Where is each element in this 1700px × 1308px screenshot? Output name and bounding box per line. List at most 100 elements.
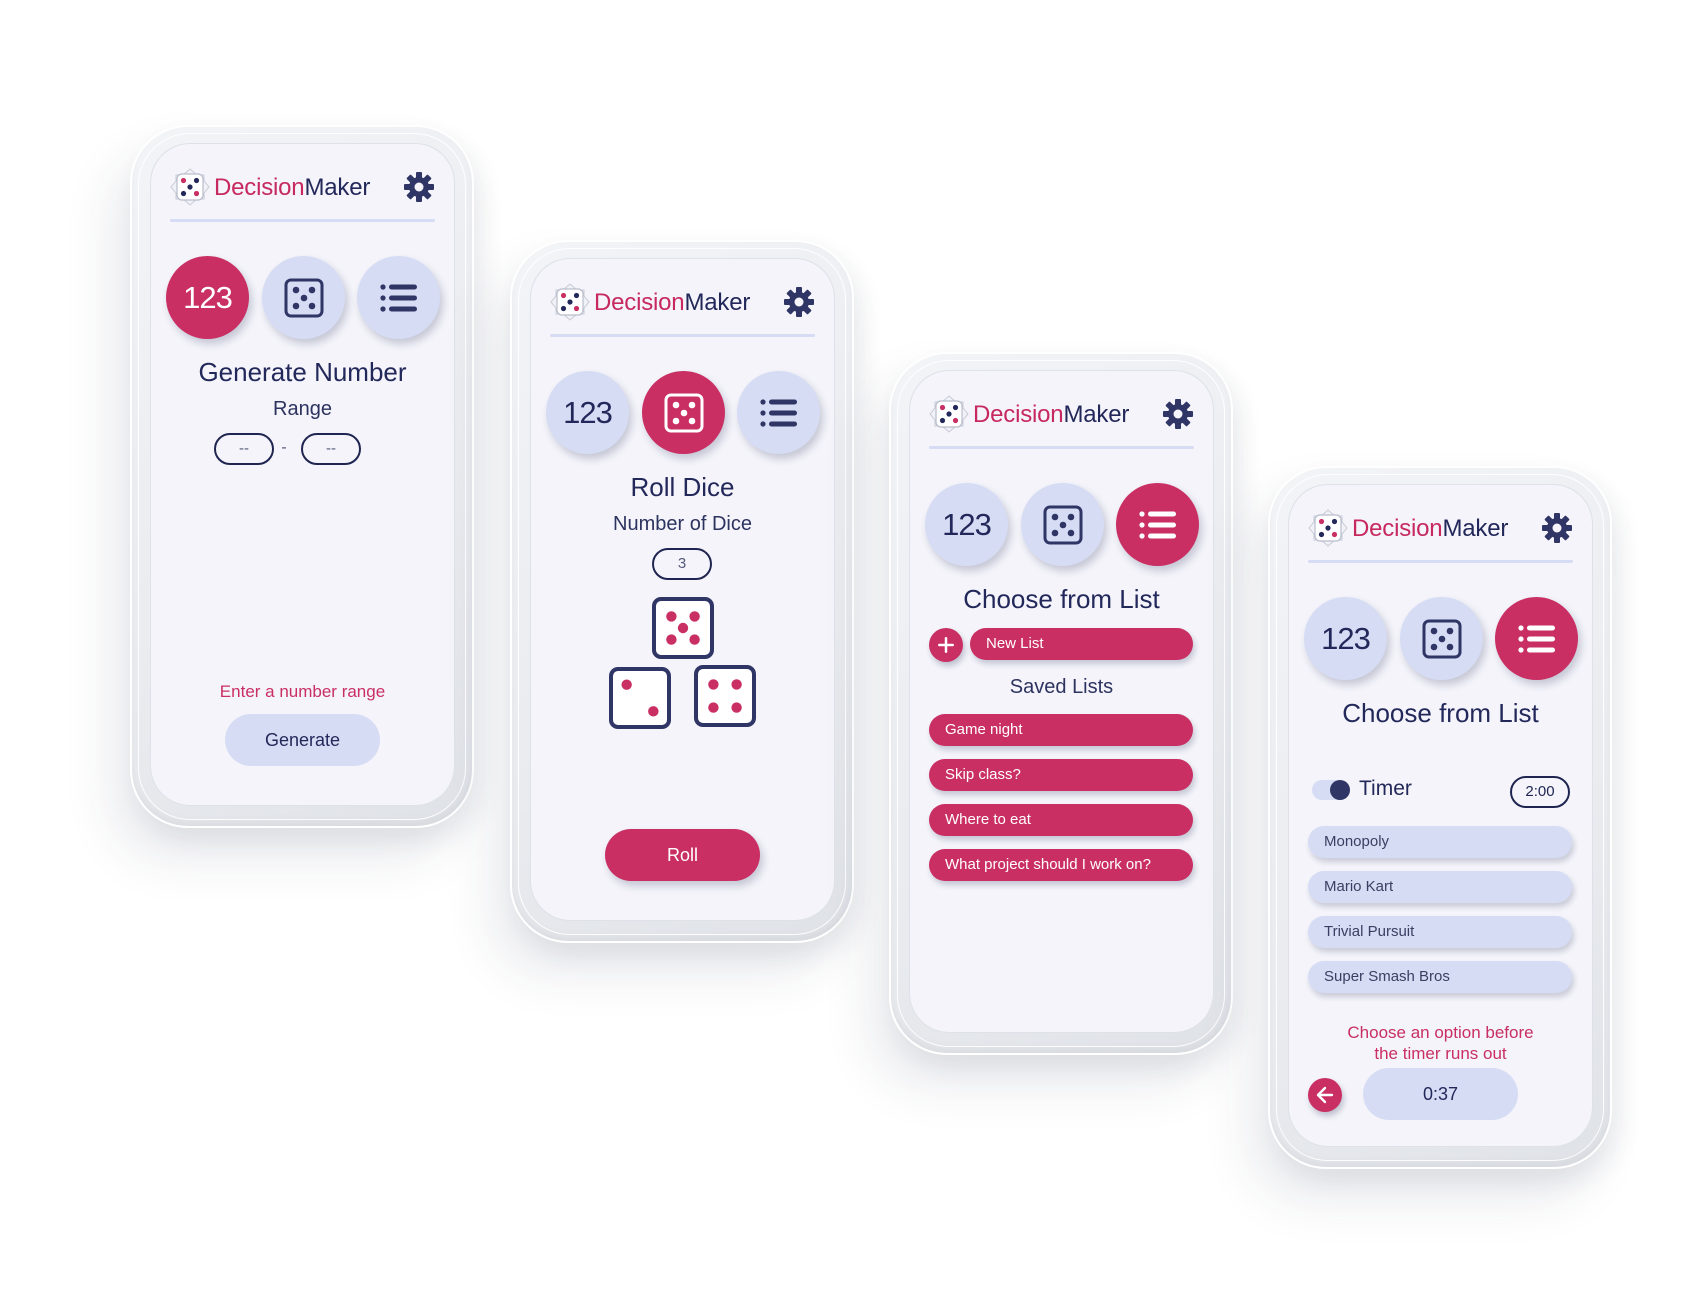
die-pip bbox=[731, 679, 742, 690]
gear-icon[interactable] bbox=[1541, 512, 1573, 544]
die-pip bbox=[677, 622, 689, 634]
app-header: DecisionMaker bbox=[170, 165, 435, 209]
die-pip bbox=[689, 634, 700, 645]
mode-number-button[interactable]: 123 bbox=[1304, 597, 1387, 680]
dice-five-icon bbox=[664, 393, 703, 432]
dice-five-icon bbox=[1422, 619, 1461, 658]
mode-list-button[interactable] bbox=[357, 256, 440, 339]
mode-number-button[interactable]: 123 bbox=[925, 483, 1008, 566]
dice-logo-icon bbox=[170, 168, 210, 206]
toggle-knob bbox=[1330, 780, 1350, 800]
saved-lists-heading: Saved Lists bbox=[1009, 676, 1114, 698]
timer-toggle[interactable] bbox=[1312, 780, 1350, 800]
dice-logo-icon bbox=[550, 283, 590, 321]
validation-hint: Enter a number range bbox=[219, 682, 386, 701]
header-divider bbox=[1308, 560, 1573, 563]
screen-title: Choose from List bbox=[1342, 698, 1539, 728]
timer-duration-input[interactable]: 2:00 bbox=[1510, 776, 1570, 808]
header-divider bbox=[550, 334, 815, 337]
gear-icon[interactable] bbox=[403, 171, 435, 203]
die-face-icon bbox=[609, 667, 671, 729]
timer-hint: Choose an option before the timer runs o… bbox=[1288, 1022, 1593, 1064]
mode-list-button[interactable] bbox=[1495, 597, 1578, 680]
list-icon bbox=[759, 398, 797, 427]
dice-logo-icon bbox=[929, 395, 969, 433]
screen-title: Generate Number bbox=[198, 357, 407, 387]
mode-dice-button[interactable] bbox=[642, 371, 725, 454]
saved-list-item[interactable]: Game night bbox=[929, 714, 1193, 746]
number-mode-label: 123 bbox=[1321, 620, 1371, 656]
brand-decision: Decision bbox=[1352, 515, 1443, 542]
list-option-item[interactable]: Monopoly bbox=[1308, 826, 1572, 858]
screen-generate-number: DecisionMaker 123 Generate Number Range … bbox=[150, 143, 455, 806]
number-mode-label: 123 bbox=[942, 506, 992, 542]
mode-dice-button[interactable] bbox=[262, 256, 345, 339]
list-option-item[interactable]: Super Smash Bros bbox=[1308, 961, 1572, 993]
brand-decision: Decision bbox=[973, 401, 1064, 428]
app-header: DecisionMaker bbox=[550, 280, 815, 324]
screen-title: Choose from List bbox=[963, 584, 1160, 614]
die-pip bbox=[708, 702, 719, 713]
back-button[interactable] bbox=[1308, 1078, 1342, 1112]
phone-roll-dice: DecisionMaker 123 Roll Dice Number of Di… bbox=[510, 240, 854, 943]
die-pip bbox=[689, 611, 700, 622]
header-divider bbox=[170, 219, 435, 222]
die-outline bbox=[609, 667, 671, 729]
app-brand-name: DecisionMaker bbox=[594, 289, 750, 317]
saved-list-item[interactable]: Skip class? bbox=[929, 759, 1193, 791]
brand-maker: Maker bbox=[1063, 401, 1130, 428]
app-header: DecisionMaker bbox=[1308, 506, 1573, 550]
mode-number-button[interactable]: 123 bbox=[166, 256, 249, 339]
brand-maker: Maker bbox=[1442, 515, 1509, 542]
die-face-icon bbox=[694, 665, 756, 727]
screen-saved-lists: DecisionMaker 123 Choose from List New L… bbox=[909, 370, 1214, 1033]
brand-decision: Decision bbox=[214, 174, 305, 201]
list-option-item[interactable]: Mario Kart bbox=[1308, 871, 1572, 903]
mode-dice-button[interactable] bbox=[1400, 597, 1483, 680]
gear-icon[interactable] bbox=[783, 286, 815, 318]
die-outline bbox=[694, 665, 756, 727]
generate-button[interactable]: Generate bbox=[225, 714, 380, 766]
die-pip bbox=[666, 634, 677, 645]
screen-title: Roll Dice bbox=[630, 472, 735, 502]
number-mode-label: 123 bbox=[183, 279, 233, 315]
app-header: DecisionMaker bbox=[929, 392, 1194, 436]
dice-five-icon bbox=[284, 278, 323, 317]
new-list-button[interactable]: New List bbox=[970, 628, 1193, 660]
mode-selector: 123 bbox=[546, 371, 821, 455]
gear-icon[interactable] bbox=[1162, 398, 1194, 430]
dice-five-icon bbox=[1043, 505, 1082, 544]
mode-dice-button[interactable] bbox=[1021, 483, 1104, 566]
phone-generate-number: DecisionMaker 123 Generate Number Range … bbox=[130, 125, 474, 828]
mode-selector: 123 bbox=[1304, 597, 1579, 681]
app-brand-name: DecisionMaker bbox=[214, 174, 370, 202]
timer-hint-line1: Choose an option before bbox=[1347, 1023, 1534, 1042]
brand-maker: Maker bbox=[684, 289, 751, 316]
saved-list-item[interactable]: What project should I work on? bbox=[929, 849, 1193, 881]
app-brand-name: DecisionMaker bbox=[1352, 515, 1508, 543]
list-option-item[interactable]: Trivial Pursuit bbox=[1308, 916, 1572, 948]
range-label: Range bbox=[273, 398, 332, 420]
mode-list-button[interactable] bbox=[737, 371, 820, 454]
die-face-icon bbox=[652, 597, 714, 659]
timer-hint-line2: the timer runs out bbox=[1374, 1044, 1507, 1063]
arrow-left-icon bbox=[1316, 1086, 1334, 1104]
mode-selector: 123 bbox=[925, 483, 1200, 567]
timer-label: Timer bbox=[1359, 777, 1412, 800]
dice-count-input[interactable]: 3 bbox=[652, 548, 712, 580]
die-pip bbox=[648, 706, 659, 717]
saved-list-item[interactable]: Where to eat bbox=[929, 804, 1193, 836]
mode-list-button[interactable] bbox=[1116, 483, 1199, 566]
mode-selector: 123 bbox=[166, 256, 441, 340]
roll-button[interactable]: Roll bbox=[605, 829, 760, 881]
list-icon bbox=[1517, 624, 1555, 653]
phone-choose-timer: DecisionMaker 123 Choose from List Timer… bbox=[1268, 466, 1612, 1169]
plus-icon bbox=[938, 637, 954, 653]
header-divider bbox=[929, 446, 1194, 449]
mode-number-button[interactable]: 123 bbox=[546, 371, 629, 454]
range-min-input[interactable]: -- bbox=[214, 433, 274, 465]
add-list-button[interactable] bbox=[929, 628, 963, 662]
brand-decision: Decision bbox=[594, 289, 685, 316]
range-max-input[interactable]: -- bbox=[301, 433, 361, 465]
dice-count-label: Number of Dice bbox=[613, 513, 752, 535]
